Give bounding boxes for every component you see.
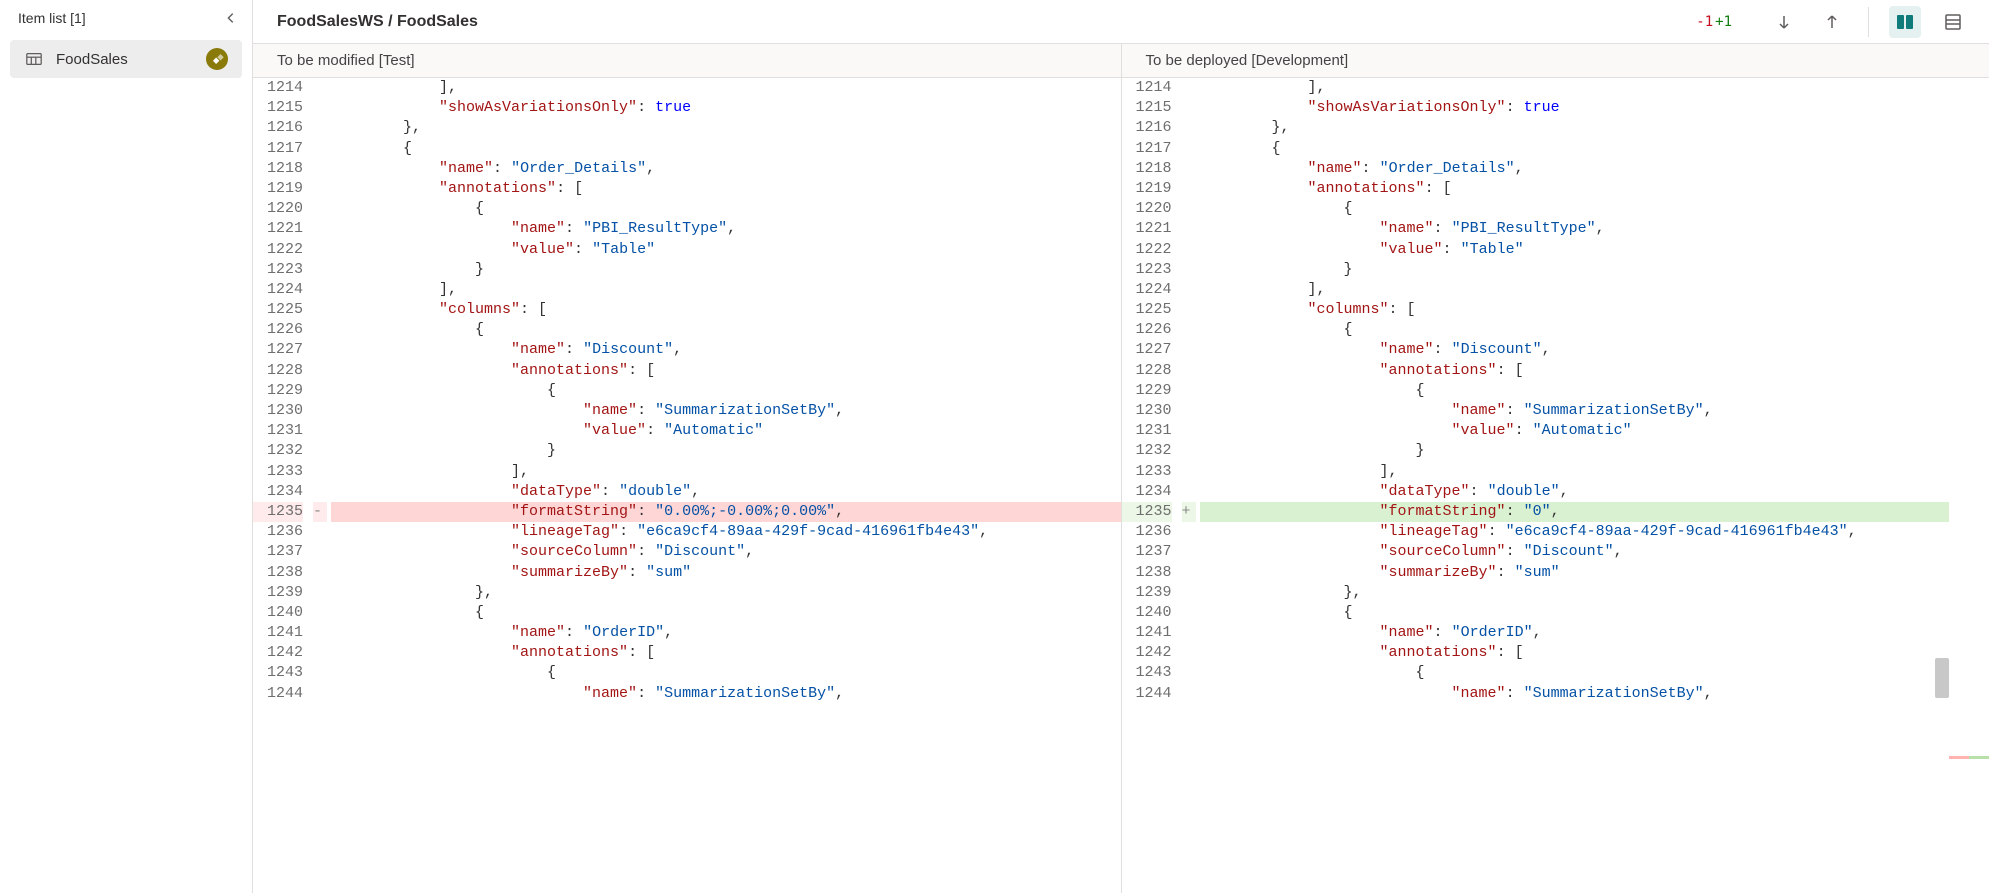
diff-viewer[interactable]: 1214121512161217121812191220122112221223…: [253, 78, 1989, 893]
panes-header: To be modified [Test] To be deployed [De…: [253, 44, 1989, 78]
sidebar-item-foodsales[interactable]: FoodSales: [10, 40, 242, 78]
next-diff-button[interactable]: [1768, 6, 1800, 38]
left-change-marks: -: [313, 78, 327, 893]
topbar: FoodSalesWS / FoodSales -1 +1: [253, 0, 1989, 44]
prev-diff-button[interactable]: [1816, 6, 1848, 38]
added-count: +1: [1715, 14, 1732, 30]
separator: [1868, 7, 1869, 37]
right-line-numbers: 1214121512161217121812191220122112221223…: [1122, 78, 1182, 893]
diff-count: -1 +1: [1696, 14, 1752, 30]
side-by-side-view-button[interactable]: [1889, 6, 1921, 38]
breadcrumb: FoodSalesWS / FoodSales: [277, 13, 1680, 31]
sidebar-header: Item list [1]: [0, 0, 252, 34]
right-change-marks: +: [1182, 78, 1196, 893]
right-code[interactable]: ], "showAsVariationsOnly": true }, { "na…: [1196, 78, 1989, 893]
collapse-sidebar-button[interactable]: [224, 11, 238, 25]
left-pane-title: To be modified [Test]: [253, 44, 1122, 77]
dataset-icon: [24, 49, 44, 69]
app-root: Item list [1] FoodSales FoodSalesWS / Fo…: [0, 0, 1989, 893]
sidebar-title: Item list [1]: [18, 10, 86, 26]
right-pane-title: To be deployed [Development]: [1122, 44, 1989, 77]
removed-count: -1: [1696, 14, 1713, 30]
main: FoodSalesWS / FoodSales -1 +1 To be modi…: [253, 0, 1989, 893]
left-pane: 1214121512161217121812191220122112221223…: [253, 78, 1122, 893]
sidebar: Item list [1] FoodSales: [0, 0, 253, 893]
minimap[interactable]: [1949, 78, 1989, 893]
right-pane: 1214121512161217121812191220122112221223…: [1122, 78, 1989, 893]
left-code[interactable]: ], "showAsVariationsOnly": true }, { "na…: [327, 78, 1121, 893]
sidebar-item-label: FoodSales: [56, 51, 194, 68]
inline-view-button[interactable]: [1937, 6, 1969, 38]
diff-badge-icon: [206, 48, 228, 70]
scrollbar-thumb[interactable]: [1935, 658, 1949, 698]
left-line-numbers: 1214121512161217121812191220122112221223…: [253, 78, 313, 893]
